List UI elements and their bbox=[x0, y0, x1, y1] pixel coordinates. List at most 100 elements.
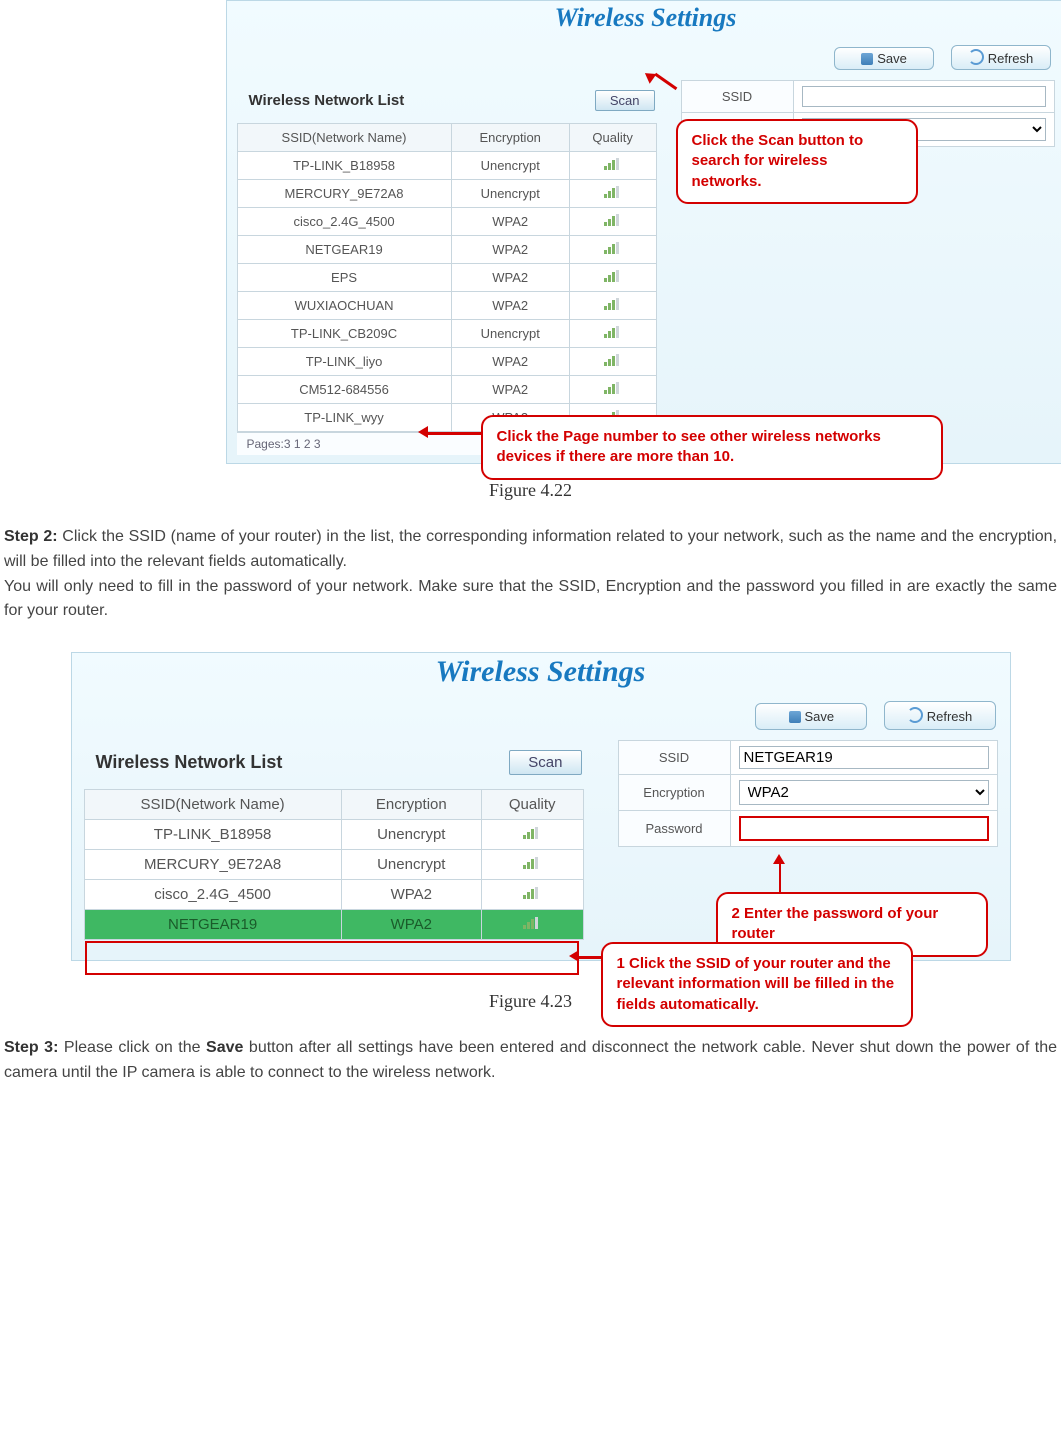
cell-quality bbox=[481, 850, 583, 880]
cell-quality bbox=[569, 264, 656, 292]
signal-icon bbox=[523, 887, 541, 899]
cell-ssid: TP-LINK_B18958 bbox=[237, 152, 451, 180]
table-row[interactable]: MERCURY_9E72A8Unencrypt bbox=[237, 180, 656, 208]
signal-icon bbox=[523, 827, 541, 839]
cell-encryption: Unencrypt bbox=[451, 320, 569, 348]
cell-ssid: cisco_2.4G_4500 bbox=[84, 880, 341, 910]
encryption-label: Encryption bbox=[618, 775, 730, 811]
scan-button[interactable]: Scan bbox=[595, 90, 655, 111]
save-button-label: Save bbox=[805, 709, 835, 724]
network-table-2: SSID(Network Name) Encryption Quality TP… bbox=[84, 789, 584, 940]
cell-encryption: WPA2 bbox=[451, 376, 569, 404]
cell-encryption: WPA2 bbox=[451, 264, 569, 292]
table-row[interactable]: TP-LINK_liyoWPA2 bbox=[237, 348, 656, 376]
table-row[interactable]: cisco_2.4G_4500WPA2 bbox=[237, 208, 656, 236]
save-button-2[interactable]: Save bbox=[755, 703, 867, 730]
selection-highlight-box bbox=[85, 941, 579, 975]
cell-quality bbox=[481, 880, 583, 910]
table-row[interactable]: cisco_2.4G_4500WPA2 bbox=[84, 880, 583, 910]
cell-ssid: MERCURY_9E72A8 bbox=[237, 180, 451, 208]
cell-ssid: EPS bbox=[237, 264, 451, 292]
table-row[interactable]: WUXIAOCHUANWPA2 bbox=[237, 292, 656, 320]
cell-quality bbox=[569, 320, 656, 348]
table-row[interactable]: MERCURY_9E72A8Unencrypt bbox=[84, 850, 583, 880]
step3-text: Step 3: Please click on the Save button … bbox=[0, 1036, 1061, 1086]
ssid-label: SSID bbox=[681, 81, 793, 113]
cell-ssid: TP-LINK_B18958 bbox=[84, 820, 341, 850]
table-row[interactable]: NETGEAR19WPA2 bbox=[237, 236, 656, 264]
cell-quality bbox=[569, 180, 656, 208]
cell-ssid: CM512-684556 bbox=[237, 376, 451, 404]
figure-caption-1: Figure 4.22 bbox=[0, 480, 1061, 501]
table-row[interactable]: TP-LINK_B18958Unencrypt bbox=[84, 820, 583, 850]
cell-encryption: WPA2 bbox=[341, 880, 481, 910]
cell-ssid: MERCURY_9E72A8 bbox=[84, 850, 341, 880]
column-quality: Quality bbox=[481, 790, 583, 820]
save-icon bbox=[789, 711, 801, 723]
callout-scan: Click the Scan button to search for wire… bbox=[676, 119, 918, 204]
cell-quality bbox=[569, 292, 656, 320]
signal-icon bbox=[604, 242, 622, 254]
refresh-icon bbox=[968, 49, 984, 65]
cell-encryption: WPA2 bbox=[451, 208, 569, 236]
save-button[interactable]: Save bbox=[834, 47, 934, 70]
encryption-select-2[interactable]: WPA2 bbox=[739, 780, 989, 805]
cell-quality bbox=[481, 820, 583, 850]
cell-encryption: Unencrypt bbox=[451, 180, 569, 208]
signal-icon bbox=[523, 857, 541, 869]
refresh-button-label: Refresh bbox=[927, 709, 973, 724]
column-encryption: Encryption bbox=[451, 124, 569, 152]
table-row[interactable]: TP-LINK_CB209CUnencrypt bbox=[237, 320, 656, 348]
cell-encryption: Unencrypt bbox=[341, 820, 481, 850]
refresh-button-2[interactable]: Refresh bbox=[884, 701, 996, 730]
signal-icon bbox=[604, 214, 622, 226]
ssid-input-2[interactable] bbox=[739, 746, 989, 769]
callout-click-ssid: 1 Click the SSID of your router and the … bbox=[601, 942, 913, 1027]
save-button-label: Save bbox=[877, 51, 907, 66]
refresh-button[interactable]: Refresh bbox=[951, 45, 1051, 70]
table-row[interactable]: CM512-684556WPA2 bbox=[237, 376, 656, 404]
callout-pager: Click the Page number to see other wirel… bbox=[481, 415, 943, 480]
cell-encryption: Unencrypt bbox=[341, 850, 481, 880]
save-icon bbox=[861, 53, 873, 65]
refresh-button-label: Refresh bbox=[988, 51, 1034, 66]
ssid-input[interactable] bbox=[802, 86, 1046, 107]
table-row[interactable]: EPSWPA2 bbox=[237, 264, 656, 292]
cell-quality bbox=[569, 152, 656, 180]
password-label: Password bbox=[618, 811, 730, 847]
refresh-icon bbox=[907, 707, 923, 723]
panel-title: Wireless Settings bbox=[227, 1, 1061, 39]
signal-icon bbox=[604, 186, 622, 198]
cell-quality bbox=[569, 348, 656, 376]
signal-icon bbox=[604, 298, 622, 310]
password-input[interactable] bbox=[739, 816, 989, 841]
cell-ssid: NETGEAR19 bbox=[237, 236, 451, 264]
cell-quality bbox=[481, 910, 583, 940]
column-ssid: SSID(Network Name) bbox=[237, 124, 451, 152]
cell-ssid: WUXIAOCHUAN bbox=[237, 292, 451, 320]
signal-icon bbox=[604, 354, 622, 366]
table-row[interactable]: TP-LINK_B18958Unencrypt bbox=[237, 152, 656, 180]
step2-text: Step 2: Click the SSID (name of your rou… bbox=[0, 525, 1061, 624]
cell-encryption: WPA2 bbox=[341, 910, 481, 940]
cell-ssid: NETGEAR19 bbox=[84, 910, 341, 940]
cell-quality bbox=[569, 208, 656, 236]
cell-encryption: WPA2 bbox=[451, 236, 569, 264]
cell-quality bbox=[569, 376, 656, 404]
signal-icon bbox=[604, 326, 622, 338]
cell-quality bbox=[569, 236, 656, 264]
cell-ssid: TP-LINK_CB209C bbox=[237, 320, 451, 348]
column-quality: Quality bbox=[569, 124, 656, 152]
table-row[interactable]: NETGEAR19WPA2 bbox=[84, 910, 583, 940]
signal-icon bbox=[604, 158, 622, 170]
cell-ssid: TP-LINK_liyo bbox=[237, 348, 451, 376]
network-table: SSID(Network Name) Encryption Quality TP… bbox=[237, 123, 657, 432]
cell-encryption: Unencrypt bbox=[451, 152, 569, 180]
ssid-label: SSID bbox=[618, 741, 730, 775]
cell-encryption: WPA2 bbox=[451, 348, 569, 376]
signal-icon bbox=[523, 917, 541, 929]
signal-icon bbox=[604, 382, 622, 394]
scan-button-2[interactable]: Scan bbox=[509, 750, 581, 775]
network-form-2: SSID Encryption WPA2 Password bbox=[618, 740, 998, 847]
cell-ssid: cisco_2.4G_4500 bbox=[237, 208, 451, 236]
